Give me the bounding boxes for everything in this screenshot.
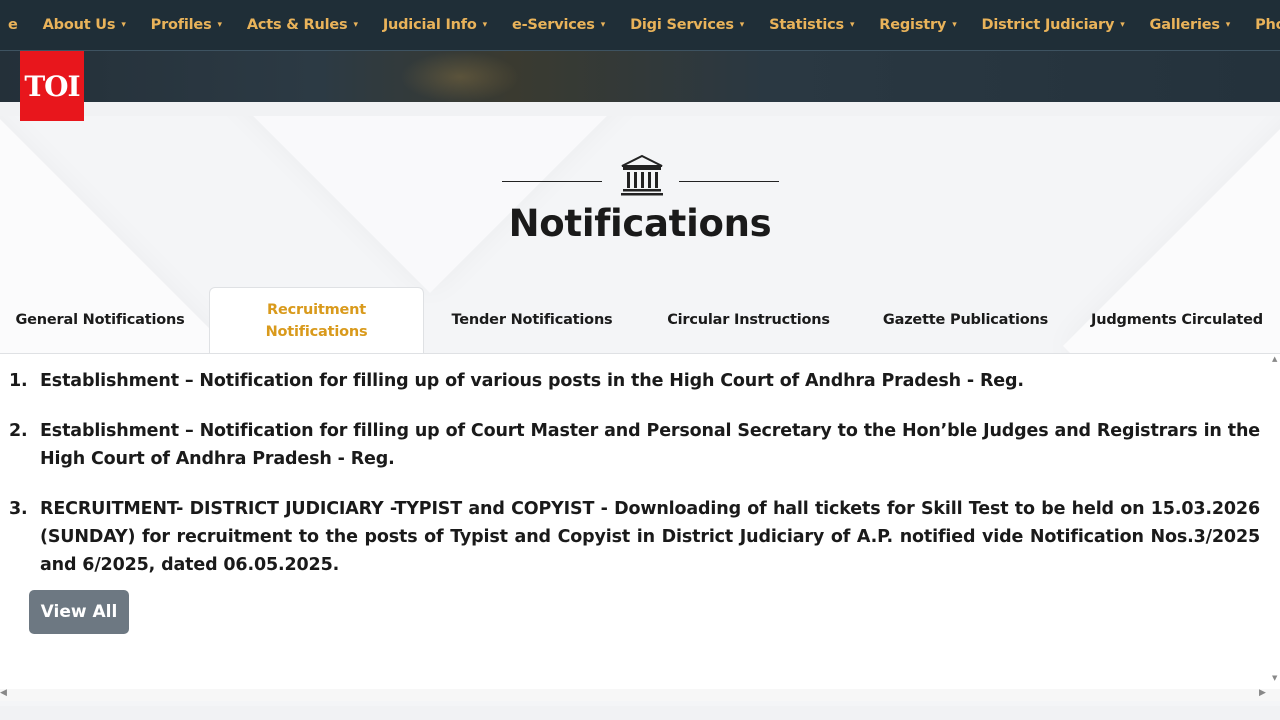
chevron-down-icon: ▾ xyxy=(1120,20,1125,30)
nav-item-label: Acts & Rules xyxy=(246,17,348,33)
scroll-right-icon[interactable]: ▶ xyxy=(1259,688,1266,698)
horizontal-scrollbar[interactable] xyxy=(0,689,1280,701)
nav-item-e-services[interactable]: e-Services ▾ xyxy=(498,17,616,33)
notice-number: 2. xyxy=(9,421,28,441)
chevron-down-icon: ▾ xyxy=(849,20,855,30)
divider-line xyxy=(679,181,779,182)
nav-menu: e About Us ▾ Profiles ▾ Acts & Rules ▾ J… xyxy=(0,17,1280,33)
nav-item-home[interactable]: e xyxy=(0,17,29,33)
notice-item[interactable]: 3. RECRUITMENT- DISTRICT JUDICIARY -TYPI… xyxy=(0,495,1270,579)
tab-recruitment-notifications[interactable]: Recruitment Notifications xyxy=(209,287,424,354)
tab-general-notifications[interactable]: General Notifications xyxy=(0,287,200,353)
nav-item-about-us[interactable]: About Us ▾ xyxy=(29,17,137,33)
tab-label: General Notifications xyxy=(15,312,185,328)
scroll-left-icon[interactable]: ◀ xyxy=(0,688,7,698)
tab-label: Circular Instructions xyxy=(667,312,830,328)
chevron-down-icon: ▾ xyxy=(1225,20,1231,30)
nav-item-profiles[interactable]: Profiles ▾ xyxy=(137,17,233,33)
nav-item-label: Statistics xyxy=(769,17,844,33)
tab-gazette-publications[interactable]: Gazette Publications xyxy=(857,287,1074,353)
chevron-down-icon: ▾ xyxy=(482,20,488,30)
nav-item-label: e-Services xyxy=(511,17,595,33)
nav-item-label: Judicial Info xyxy=(382,17,477,33)
divider-line xyxy=(502,181,602,182)
notice-number: 1. xyxy=(9,371,28,391)
banner-image xyxy=(400,51,520,103)
tab-tender-notifications[interactable]: Tender Notifications xyxy=(424,287,640,353)
section-title: Notifications xyxy=(508,202,772,245)
notice-item[interactable]: 2. Establishment – Notification for fill… xyxy=(0,417,1270,473)
nav-item-label: Profiles xyxy=(150,17,212,33)
tab-label: Tender Notifications xyxy=(451,312,613,328)
top-navbar: e About Us ▾ Profiles ▾ Acts & Rules ▾ J… xyxy=(0,0,1280,50)
courthouse-icon xyxy=(621,154,663,196)
chevron-down-icon: ▾ xyxy=(952,20,957,30)
vertical-scrollbar[interactable] xyxy=(1270,353,1280,689)
section-header: Notifications xyxy=(0,116,1280,286)
view-all-button[interactable]: View All xyxy=(29,590,129,634)
toi-logo: TOI xyxy=(20,51,84,121)
notice-link[interactable]: RECRUITMENT- DISTRICT JUDICIARY -TYPIST … xyxy=(40,499,1260,575)
tab-label: Judgments Circulated xyxy=(1091,312,1263,328)
nav-item-label: District Judiciary xyxy=(981,17,1115,33)
nav-item-registry[interactable]: Registry ▾ xyxy=(865,17,967,33)
notice-link[interactable]: Establishment – Notification for filling… xyxy=(40,421,1260,469)
chevron-down-icon: ▾ xyxy=(739,20,745,30)
nav-item-district-judiciary[interactable]: District Judiciary ▾ xyxy=(968,17,1136,33)
nav-item-galleries[interactable]: Galleries ▾ xyxy=(1136,17,1242,33)
header-banner xyxy=(0,50,1280,103)
chevron-down-icon: ▾ xyxy=(217,20,223,30)
nav-item-judicial-info[interactable]: Judicial Info ▾ xyxy=(369,17,498,33)
notice-number: 3. xyxy=(9,499,28,519)
nav-item-label: Galleries xyxy=(1149,17,1220,33)
chevron-down-icon: ▾ xyxy=(121,20,126,30)
notice-list: 1. Establishment – Notification for fill… xyxy=(0,367,1270,601)
chevron-down-icon: ▾ xyxy=(600,20,606,30)
nav-item-label: Digi Services xyxy=(630,17,734,33)
nav-item-statistics[interactable]: Statistics ▾ xyxy=(755,17,865,33)
nav-item-label: e xyxy=(8,17,18,33)
tab-content: 1. Establishment – Notification for fill… xyxy=(0,353,1280,689)
tab-label-line: Recruitment xyxy=(267,302,366,318)
notification-tabs: General Notifications Recruitment Notifi… xyxy=(0,287,1280,354)
scroll-down-icon[interactable]: ▼ xyxy=(1272,674,1277,682)
tab-circular-instructions[interactable]: Circular Instructions xyxy=(640,287,857,353)
notice-item[interactable]: 1. Establishment – Notification for fill… xyxy=(0,367,1270,395)
nav-item-label: Registry xyxy=(879,17,947,33)
tab-judgments-circulated[interactable]: Judgments Circulated xyxy=(1074,287,1280,353)
notice-link[interactable]: Establishment – Notification for filling… xyxy=(40,371,1024,391)
scroll-up-icon[interactable]: ▲ xyxy=(1272,355,1277,363)
nav-item-label: Phone Director xyxy=(1255,17,1280,33)
nav-item-acts-rules[interactable]: Acts & Rules ▾ xyxy=(233,17,369,33)
chevron-down-icon: ▾ xyxy=(353,20,358,30)
nav-item-phone-directory[interactable]: Phone Director xyxy=(1241,17,1280,33)
notifications-panel: Notifications General Notifications Recr… xyxy=(0,116,1280,706)
tab-label: Gazette Publications xyxy=(882,312,1049,328)
nav-item-label: About Us xyxy=(42,17,116,33)
nav-item-digi-services[interactable]: Digi Services ▾ xyxy=(616,17,755,33)
tab-label-line: Notifications xyxy=(265,324,368,340)
